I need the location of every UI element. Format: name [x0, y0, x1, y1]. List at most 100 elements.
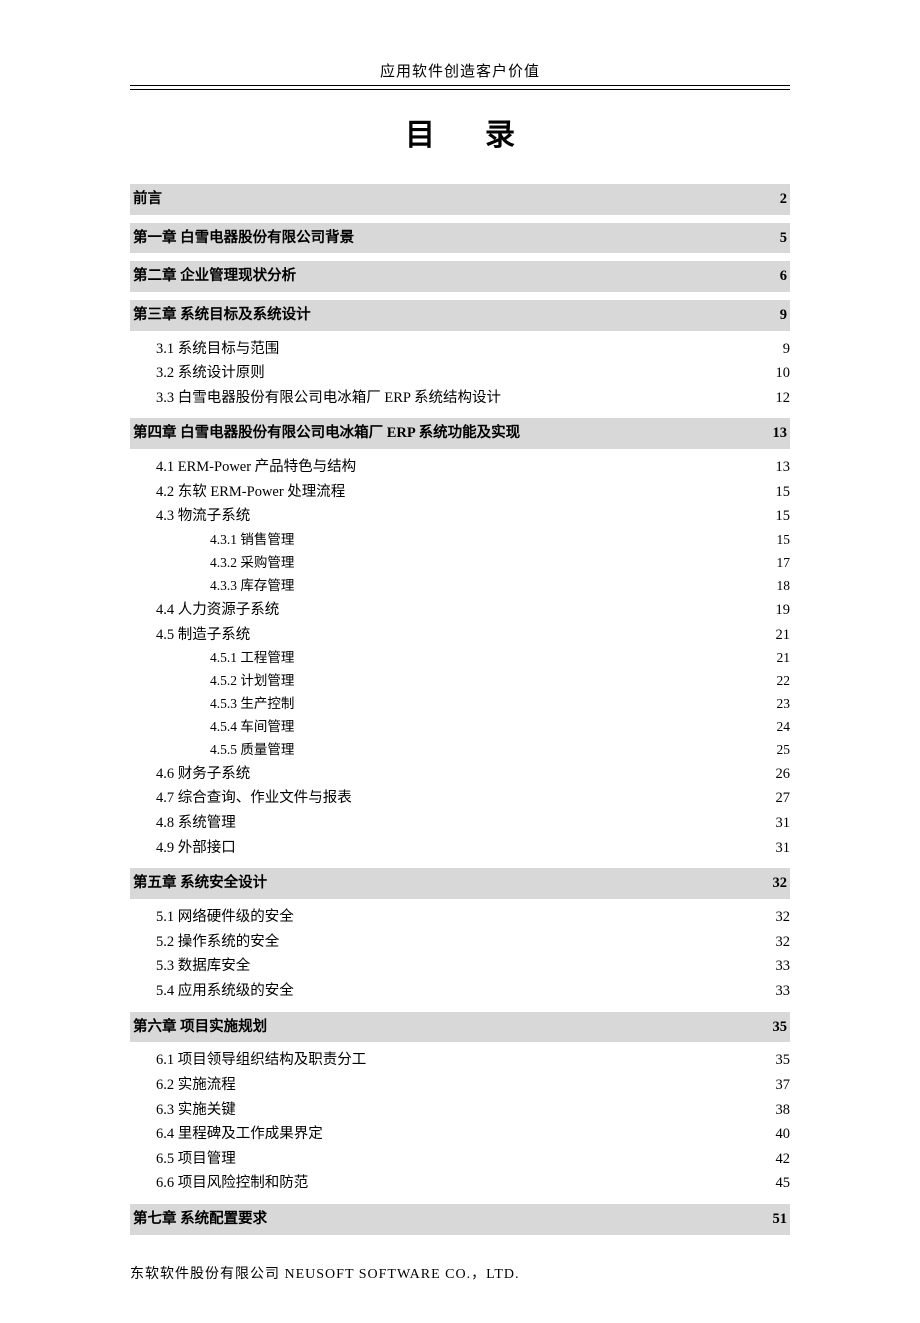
- toc-entry: 4.1 ERM-Power 产品特色与结构 13: [130, 455, 790, 480]
- toc-entry-page: 10: [776, 361, 791, 386]
- toc-entry-label: 6.5 项目管理: [156, 1147, 236, 1172]
- toc-entry: 3.1 系统目标与范围 9: [130, 337, 790, 362]
- toc-entry: 4.4 人力资源子系统 19: [130, 598, 790, 623]
- toc-entry-page: 24: [777, 716, 791, 739]
- toc-entry: 4.3.1 销售管理 15: [130, 529, 790, 552]
- header-rule: [130, 85, 790, 90]
- toc-entry-label: 5.1 网络硬件级的安全: [156, 905, 294, 930]
- toc-entry: 5.2 操作系统的安全32: [130, 930, 790, 955]
- toc-entry-label: 6.2 实施流程: [156, 1073, 236, 1098]
- toc-entry-page: 6: [780, 264, 787, 289]
- page-header-title: 应用软件创造客户价值: [130, 60, 790, 81]
- toc-entry-label: 4.4 人力资源子系统: [156, 598, 279, 623]
- toc-entry-label: 5.4 应用系统级的安全: [156, 979, 294, 1004]
- toc-entry: 第五章 系统安全设计 32: [130, 868, 790, 899]
- toc-entry-label: 6.6 项目风险控制和防范: [156, 1171, 308, 1196]
- toc-entry-page: 13: [773, 421, 788, 446]
- toc-heading: 目录: [130, 110, 790, 154]
- toc-entry-label: 6.3 实施关键: [156, 1098, 236, 1123]
- toc-entry-page: 35: [773, 1015, 788, 1040]
- toc-entry-label: 4.5 制造子系统: [156, 623, 250, 648]
- toc-entry: 6.6 项目风险控制和防范 45: [130, 1171, 790, 1196]
- toc-entry: 6.5 项目管理42: [130, 1147, 790, 1172]
- toc-entry-page: 37: [776, 1073, 791, 1098]
- toc-entry-label: 4.5.2 计划管理: [210, 670, 294, 693]
- toc-entry-label: 4.5.5 质量管理: [210, 739, 294, 762]
- toc-entry-page: 9: [783, 337, 790, 362]
- toc-entry-page: 40: [776, 1122, 791, 1147]
- toc-entry-page: 32: [773, 871, 788, 896]
- toc-entry-page: 21: [776, 623, 791, 648]
- toc-entry-label: 3.2 系统设计原则: [156, 361, 265, 386]
- toc-entry: 6.3 实施关键 38: [130, 1098, 790, 1123]
- toc-entry-label: 第一章 白雪电器股份有限公司背景: [133, 226, 354, 251]
- toc-entry: 第七章 系统配置要求 51: [130, 1204, 790, 1235]
- toc-entry-label: 4.2 东软 ERM-Power 处理流程: [156, 480, 345, 505]
- toc-entry: 3.3 白雪电器股份有限公司电冰箱厂 ERP 系统结构设计12: [130, 386, 790, 411]
- toc-entry: 4.5.3 生产控制23: [130, 693, 790, 716]
- toc-entry-page: 51: [773, 1207, 788, 1232]
- toc-entry-page: 32: [776, 905, 791, 930]
- toc-entry: 第四章 白雪电器股份有限公司电冰箱厂 ERP 系统功能及实现13: [130, 418, 790, 449]
- toc-entry-label: 4.6 财务子系统: [156, 762, 250, 787]
- toc-entry-page: 2: [780, 187, 787, 212]
- toc-entry-label: 4.3.2 采购管理: [210, 552, 294, 575]
- toc-entry-label: 5.3 数据库安全: [156, 954, 250, 979]
- toc-entry-page: 22: [777, 670, 791, 693]
- toc-entry: 6.4 里程碑及工作成果界定 40: [130, 1122, 790, 1147]
- toc-entry-page: 15: [776, 480, 791, 505]
- toc-entry-label: 4.5.1 工程管理: [210, 647, 294, 670]
- toc-entry-page: 35: [776, 1048, 791, 1073]
- toc-entry-page: 25: [777, 739, 791, 762]
- toc-entry-label: 4.1 ERM-Power 产品特色与结构: [156, 455, 356, 480]
- toc-entry-page: 27: [776, 786, 791, 811]
- toc-entry-page: 15: [777, 529, 791, 552]
- toc-entry: 前言 2: [130, 184, 790, 215]
- toc-entry-page: 12: [776, 386, 791, 411]
- toc-entry-label: 3.1 系统目标与范围: [156, 337, 279, 362]
- toc-entry-label: 6.4 里程碑及工作成果界定: [156, 1122, 323, 1147]
- toc-entry: 5.4 应用系统级的安全 33: [130, 979, 790, 1004]
- toc-entry-page: 26: [776, 762, 791, 787]
- toc-entry-page: 38: [776, 1098, 791, 1123]
- toc-entry-page: 31: [776, 811, 791, 836]
- toc-entry-label: 4.9 外部接口: [156, 836, 236, 861]
- toc-entry-page: 31: [776, 836, 791, 861]
- page-container: 应用软件创造客户价值 目录 前言2第一章 白雪电器股份有限公司背景5第二章 企业…: [0, 0, 920, 1323]
- toc-entry: 5.1 网络硬件级的安全 32: [130, 905, 790, 930]
- toc-entry-label: 第七章 系统配置要求: [133, 1207, 267, 1232]
- toc-entry-label: 第六章 项目实施规划: [133, 1015, 267, 1040]
- toc-entry-label: 4.3.1 销售管理: [210, 529, 294, 552]
- toc-entry: 4.5.5 质量管理 25: [130, 739, 790, 762]
- toc-entry: 4.2 东软 ERM-Power 处理流程 15: [130, 480, 790, 505]
- toc-entry-page: 45: [776, 1171, 791, 1196]
- toc-entry: 4.5.4 车间管理 24: [130, 716, 790, 739]
- toc-entry-label: 第五章 系统安全设计: [133, 871, 267, 896]
- toc-entry: 4.3.3 库存管理 18: [130, 575, 790, 598]
- toc-entry-label: 4.8 系统管理: [156, 811, 236, 836]
- toc-entry-page: 17: [777, 552, 791, 575]
- toc-entry-page: 21: [777, 647, 791, 670]
- toc-entry-page: 19: [776, 598, 791, 623]
- toc-entry-label: 4.3.3 库存管理: [210, 575, 294, 598]
- toc-entry: 4.5.1 工程管理 21: [130, 647, 790, 670]
- toc-entry-label: 4.5.4 车间管理: [210, 716, 294, 739]
- toc-entry: 4.8 系统管理 31: [130, 811, 790, 836]
- toc-entry-page: 13: [776, 455, 791, 480]
- toc-entry: 4.6 财务子系统 26: [130, 762, 790, 787]
- toc-entry-page: 5: [780, 226, 787, 251]
- toc-entry: 第一章 白雪电器股份有限公司背景 5: [130, 223, 790, 254]
- table-of-contents: 前言2第一章 白雪电器股份有限公司背景5第二章 企业管理现状分析6第三章 系统目…: [130, 184, 790, 1235]
- toc-entry-label: 4.3 物流子系统: [156, 504, 250, 529]
- toc-entry-page: 32: [776, 930, 791, 955]
- toc-entry-page: 33: [776, 979, 791, 1004]
- toc-entry: 6.1 项目领导组织结构及职责分工35: [130, 1048, 790, 1073]
- toc-entry-page: 9: [780, 303, 787, 328]
- toc-entry-page: 18: [777, 575, 791, 598]
- toc-entry: 4.9 外部接口 31: [130, 836, 790, 861]
- toc-entry: 4.3 物流子系统15: [130, 504, 790, 529]
- toc-entry: 4.5.2 计划管理 22: [130, 670, 790, 693]
- toc-entry-label: 前言: [133, 187, 162, 212]
- toc-entry: 第三章 系统目标及系统设计9: [130, 300, 790, 331]
- toc-entry-label: 4.7 综合查询、作业文件与报表: [156, 786, 352, 811]
